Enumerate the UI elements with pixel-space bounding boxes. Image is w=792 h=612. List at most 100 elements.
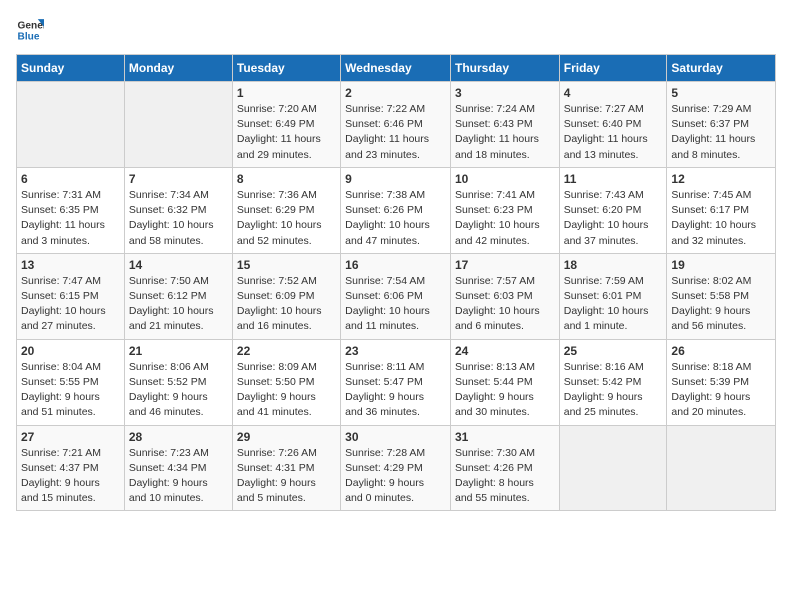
day-info: Sunrise: 7:20 AM Sunset: 6:49 PM Dayligh… bbox=[237, 102, 336, 163]
day-info: Sunrise: 7:43 AM Sunset: 6:20 PM Dayligh… bbox=[564, 188, 663, 249]
calendar-week-row: 20 Sunrise: 8:04 AM Sunset: 5:55 PM Dayli… bbox=[17, 339, 776, 425]
day-number: 5 bbox=[671, 86, 771, 100]
calendar-cell: 6 Sunrise: 7:31 AM Sunset: 6:35 PM Daylig… bbox=[17, 167, 125, 253]
day-info: Sunrise: 8:04 AM Sunset: 5:55 PM Dayligh… bbox=[21, 360, 120, 421]
day-info: Sunrise: 7:21 AM Sunset: 4:37 PM Dayligh… bbox=[21, 446, 120, 507]
calendar-cell: 16 Sunrise: 7:54 AM Sunset: 6:06 PM Dayli… bbox=[341, 253, 451, 339]
day-info: Sunrise: 7:59 AM Sunset: 6:01 PM Dayligh… bbox=[564, 274, 663, 335]
day-number: 24 bbox=[455, 344, 555, 358]
day-number: 4 bbox=[564, 86, 663, 100]
day-number: 26 bbox=[671, 344, 771, 358]
calendar-week-row: 6 Sunrise: 7:31 AM Sunset: 6:35 PM Daylig… bbox=[17, 167, 776, 253]
day-number: 6 bbox=[21, 172, 120, 186]
calendar-cell bbox=[124, 82, 232, 168]
calendar-cell: 20 Sunrise: 8:04 AM Sunset: 5:55 PM Dayli… bbox=[17, 339, 125, 425]
day-number: 9 bbox=[345, 172, 446, 186]
calendar-cell: 29 Sunrise: 7:26 AM Sunset: 4:31 PM Dayli… bbox=[232, 425, 340, 511]
day-number: 2 bbox=[345, 86, 446, 100]
day-number: 20 bbox=[21, 344, 120, 358]
day-number: 1 bbox=[237, 86, 336, 100]
calendar-cell: 1 Sunrise: 7:20 AM Sunset: 6:49 PM Daylig… bbox=[232, 82, 340, 168]
day-number: 11 bbox=[564, 172, 663, 186]
header-day: Sunday bbox=[17, 55, 125, 82]
logo: General Blue bbox=[16, 16, 46, 44]
calendar-cell: 31Sunrise: 7:30 AM Sunset: 4:26 PM Dayli… bbox=[450, 425, 559, 511]
day-info: Sunrise: 7:57 AM Sunset: 6:03 PM Dayligh… bbox=[455, 274, 555, 335]
day-number: 8 bbox=[237, 172, 336, 186]
calendar-cell: 2Sunrise: 7:22 AM Sunset: 6:46 PM Daylig… bbox=[341, 82, 451, 168]
day-number: 29 bbox=[237, 430, 336, 444]
day-info: Sunrise: 7:38 AM Sunset: 6:26 PM Dayligh… bbox=[345, 188, 446, 249]
calendar-cell: 22Sunrise: 8:09 AM Sunset: 5:50 PM Dayli… bbox=[232, 339, 340, 425]
day-info: Sunrise: 7:27 AM Sunset: 6:40 PM Dayligh… bbox=[564, 102, 663, 163]
day-number: 28 bbox=[129, 430, 228, 444]
svg-text:Blue: Blue bbox=[18, 31, 40, 42]
day-info: Sunrise: 7:23 AM Sunset: 4:34 PM Dayligh… bbox=[129, 446, 228, 507]
calendar-cell: 14 Sunrise: 7:50 AM Sunset: 6:12 PM Dayli… bbox=[124, 253, 232, 339]
day-info: Sunrise: 8:16 AM Sunset: 5:42 PM Dayligh… bbox=[564, 360, 663, 421]
day-info: Sunrise: 7:54 AM Sunset: 6:06 PM Dayligh… bbox=[345, 274, 446, 335]
day-info: Sunrise: 7:24 AM Sunset: 6:43 PM Dayligh… bbox=[455, 102, 555, 163]
calendar-cell: 23Sunrise: 8:11 AM Sunset: 5:47 PM Dayli… bbox=[341, 339, 451, 425]
day-info: Sunrise: 7:52 AM Sunset: 6:09 PM Dayligh… bbox=[237, 274, 336, 335]
calendar-cell: 27 Sunrise: 7:21 AM Sunset: 4:37 PM Dayli… bbox=[17, 425, 125, 511]
day-number: 16 bbox=[345, 258, 446, 272]
day-number: 10 bbox=[455, 172, 555, 186]
calendar-cell: 11 Sunrise: 7:43 AM Sunset: 6:20 PM Dayli… bbox=[559, 167, 667, 253]
day-number: 15 bbox=[237, 258, 336, 272]
day-number: 19 bbox=[671, 258, 771, 272]
day-info: Sunrise: 8:06 AM Sunset: 5:52 PM Dayligh… bbox=[129, 360, 228, 421]
calendar-cell: 4 Sunrise: 7:27 AM Sunset: 6:40 PM Daylig… bbox=[559, 82, 667, 168]
day-number: 27 bbox=[21, 430, 120, 444]
calendar-cell: 9 Sunrise: 7:38 AM Sunset: 6:26 PM Daylig… bbox=[341, 167, 451, 253]
svg-text:General: General bbox=[18, 20, 44, 31]
calendar-cell: 19 Sunrise: 8:02 AM Sunset: 5:58 PM Dayli… bbox=[667, 253, 776, 339]
calendar-cell: 3 Sunrise: 7:24 AM Sunset: 6:43 PM Daylig… bbox=[450, 82, 559, 168]
page-header: General Blue bbox=[16, 16, 776, 44]
calendar-week-row: 27 Sunrise: 7:21 AM Sunset: 4:37 PM Dayli… bbox=[17, 425, 776, 511]
day-info: Sunrise: 7:34 AM Sunset: 6:32 PM Dayligh… bbox=[129, 188, 228, 249]
day-info: Sunrise: 7:45 AM Sunset: 6:17 PM Dayligh… bbox=[671, 188, 771, 249]
day-info: Sunrise: 7:50 AM Sunset: 6:12 PM Dayligh… bbox=[129, 274, 228, 335]
calendar-cell: 7 Sunrise: 7:34 AM Sunset: 6:32 PM Daylig… bbox=[124, 167, 232, 253]
day-number: 17 bbox=[455, 258, 555, 272]
day-info: Sunrise: 8:18 AM Sunset: 5:39 PM Dayligh… bbox=[671, 360, 771, 421]
day-info: Sunrise: 7:31 AM Sunset: 6:35 PM Dayligh… bbox=[21, 188, 120, 249]
calendar-cell: 8Sunrise: 7:36 AM Sunset: 6:29 PM Daylig… bbox=[232, 167, 340, 253]
calendar-cell: 24 Sunrise: 8:13 AM Sunset: 5:44 PM Dayli… bbox=[450, 339, 559, 425]
header-day: Wednesday bbox=[341, 55, 451, 82]
day-number: 31 bbox=[455, 430, 555, 444]
header-day: Thursday bbox=[450, 55, 559, 82]
calendar-cell: 21 Sunrise: 8:06 AM Sunset: 5:52 PM Dayli… bbox=[124, 339, 232, 425]
calendar-cell: 15 Sunrise: 7:52 AM Sunset: 6:09 PM Dayli… bbox=[232, 253, 340, 339]
calendar-cell: 17 Sunrise: 7:57 AM Sunset: 6:03 PM Dayli… bbox=[450, 253, 559, 339]
day-number: 18 bbox=[564, 258, 663, 272]
calendar-cell: 18 Sunrise: 7:59 AM Sunset: 6:01 PM Dayli… bbox=[559, 253, 667, 339]
day-number: 21 bbox=[129, 344, 228, 358]
day-info: Sunrise: 8:13 AM Sunset: 5:44 PM Dayligh… bbox=[455, 360, 555, 421]
calendar-cell: 13Sunrise: 7:47 AM Sunset: 6:15 PM Dayli… bbox=[17, 253, 125, 339]
calendar-cell bbox=[559, 425, 667, 511]
header-day: Saturday bbox=[667, 55, 776, 82]
day-info: Sunrise: 7:41 AM Sunset: 6:23 PM Dayligh… bbox=[455, 188, 555, 249]
day-info: Sunrise: 8:02 AM Sunset: 5:58 PM Dayligh… bbox=[671, 274, 771, 335]
day-info: Sunrise: 7:26 AM Sunset: 4:31 PM Dayligh… bbox=[237, 446, 336, 507]
day-info: Sunrise: 7:47 AM Sunset: 6:15 PM Dayligh… bbox=[21, 274, 120, 335]
calendar-cell: 28 Sunrise: 7:23 AM Sunset: 4:34 PM Dayli… bbox=[124, 425, 232, 511]
day-info: Sunrise: 7:28 AM Sunset: 4:29 PM Dayligh… bbox=[345, 446, 446, 507]
day-number: 3 bbox=[455, 86, 555, 100]
logo-icon: General Blue bbox=[16, 16, 44, 44]
calendar-cell: 12Sunrise: 7:45 AM Sunset: 6:17 PM Dayli… bbox=[667, 167, 776, 253]
day-number: 25 bbox=[564, 344, 663, 358]
day-info: Sunrise: 8:11 AM Sunset: 5:47 PM Dayligh… bbox=[345, 360, 446, 421]
day-info: Sunrise: 7:29 AM Sunset: 6:37 PM Dayligh… bbox=[671, 102, 771, 163]
day-number: 7 bbox=[129, 172, 228, 186]
day-number: 30 bbox=[345, 430, 446, 444]
header-row: SundayMondayTuesdayWednesdayThursdayFrid… bbox=[17, 55, 776, 82]
day-number: 14 bbox=[129, 258, 228, 272]
calendar-table: SundayMondayTuesdayWednesdayThursdayFrid… bbox=[16, 54, 776, 511]
calendar-cell bbox=[667, 425, 776, 511]
calendar-cell: 25 Sunrise: 8:16 AM Sunset: 5:42 PM Dayli… bbox=[559, 339, 667, 425]
day-number: 22 bbox=[237, 344, 336, 358]
calendar-cell bbox=[17, 82, 125, 168]
